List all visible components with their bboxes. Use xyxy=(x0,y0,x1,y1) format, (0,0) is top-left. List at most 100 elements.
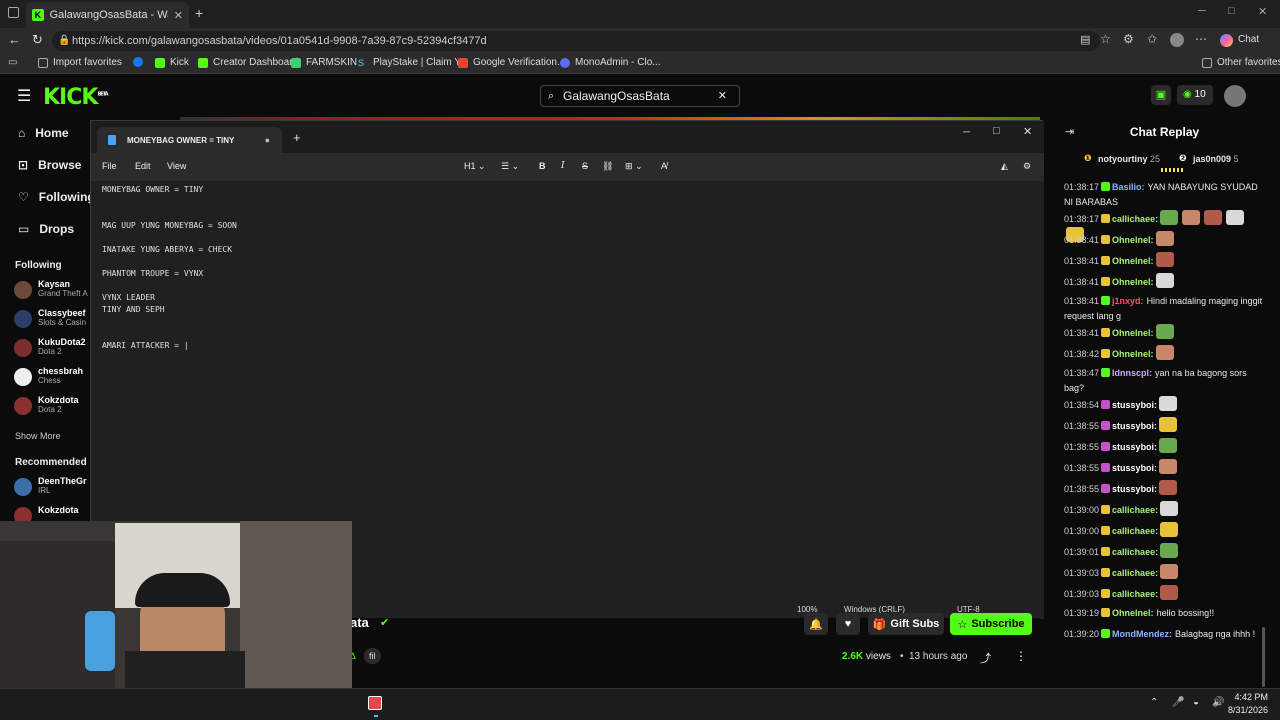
chat-username[interactable]: callichaee: xyxy=(1112,214,1158,224)
inventory-icon[interactable]: ▣ xyxy=(1151,85,1171,105)
address-bar[interactable]: 🔒 https://kick.com/galawangosasbata/vide… xyxy=(52,31,1100,51)
clear-formatting-icon[interactable]: A̸ xyxy=(661,161,667,171)
bookmark-farmskin[interactable]: FARMSKIN xyxy=(291,57,357,68)
chat-username[interactable]: callichaee: xyxy=(1112,547,1158,557)
more-options-icon[interactable]: ⋮ xyxy=(1015,649,1027,663)
share-icon[interactable]: ⤴ xyxy=(980,650,991,666)
copilot-notepad-icon[interactable]: ◭ xyxy=(1001,161,1008,172)
chat-username[interactable]: j1nxyd: xyxy=(1112,296,1144,306)
collections-icon[interactable]: ▭ xyxy=(8,57,17,68)
chat-scrollbar[interactable] xyxy=(1262,627,1265,687)
bookmark-facebook[interactable] xyxy=(133,57,143,67)
new-tab-icon[interactable]: + xyxy=(195,5,203,21)
menu-view[interactable]: View xyxy=(167,161,186,171)
chat-username[interactable]: Ohnelnel: xyxy=(1112,277,1154,287)
close-tab-icon[interactable]: ✕ xyxy=(174,9,183,22)
heading-dropdown[interactable]: H1 ⌄ xyxy=(464,161,486,172)
copilot-icon[interactable] xyxy=(1220,34,1233,47)
nav-following[interactable]: ♡ Following xyxy=(18,190,95,204)
chat-username[interactable]: Ohnelnel: xyxy=(1112,256,1154,266)
menu-edit[interactable]: Edit xyxy=(135,161,151,171)
table-dropdown[interactable]: ⊞ ⌄ xyxy=(625,161,643,172)
browser-tab-active[interactable]: K GalawangOsasBata - Watch the VC ✕ xyxy=(26,2,189,28)
profile-avatar[interactable] xyxy=(1170,33,1184,47)
chat-username[interactable]: stussyboi: xyxy=(1112,463,1157,473)
bookmark-playstake[interactable]: S PlayStake | Claim Y... xyxy=(358,57,468,68)
bookmark-monoadmin[interactable]: MonoAdmin - Clo... xyxy=(560,57,661,68)
notifications-button[interactable]: 🔔 xyxy=(804,613,828,635)
italic-icon[interactable]: I xyxy=(561,161,565,171)
chat-username[interactable]: Ohnelnel: xyxy=(1112,349,1154,359)
microphone-icon[interactable]: 🎤 xyxy=(1172,697,1184,708)
hamburger-menu-icon[interactable]: ☰ xyxy=(17,86,31,106)
chat-username[interactable]: callichaee: xyxy=(1112,568,1158,578)
network-icon[interactable]: ◒ xyxy=(1193,697,1199,708)
follow-button[interactable]: ♥ xyxy=(836,613,860,635)
chat-username[interactable]: stussyboi: xyxy=(1112,484,1157,494)
show-hidden-icons-icon[interactable]: ⌃ xyxy=(1150,697,1158,708)
show-more-link[interactable]: Show More xyxy=(15,431,61,441)
unsaved-dot-icon[interactable]: ● xyxy=(265,135,270,145)
top-gifter-1[interactable]: notyourtiny 25 xyxy=(1098,154,1160,164)
language-tag[interactable]: fil xyxy=(364,648,381,664)
top-gifter-2[interactable]: jas0n009 5 xyxy=(1193,154,1239,164)
nav-drops[interactable]: ▭ Drops xyxy=(18,222,74,236)
kick-logo[interactable]: KICKBETA xyxy=(43,85,109,110)
bookmark-creator-dashboard[interactable]: Creator Dashboard xyxy=(198,57,298,68)
chat-button[interactable]: Chat xyxy=(1238,34,1259,45)
more-menu-icon[interactable]: ⋯ xyxy=(1195,32,1207,46)
settings-gear-icon[interactable]: ⚙ xyxy=(1023,161,1031,172)
chat-username[interactable]: callichaee: xyxy=(1112,589,1158,599)
channel-deenthegreat[interactable]: DeenTheGr IRL xyxy=(14,476,87,496)
chat-username[interactable]: Ohnelnel: xyxy=(1112,235,1154,245)
nav-home[interactable]: ⌂ Home xyxy=(18,126,69,140)
refresh-icon[interactable]: ↻ xyxy=(32,32,43,48)
chat-username[interactable]: stussyboi: xyxy=(1112,442,1157,452)
list-dropdown[interactable]: ☰ ⌄ xyxy=(501,161,519,172)
chat-username[interactable]: Basilio: xyxy=(1112,182,1145,192)
channel-chessbrah[interactable]: chessbrah Chess xyxy=(14,366,83,386)
maximize-window-icon[interactable]: □ xyxy=(1228,5,1235,17)
taskbar-app-icon[interactable] xyxy=(368,696,382,710)
channel-kaysan[interactable]: Kaysan Grand Theft A xyxy=(14,279,88,299)
extensions-icon[interactable]: ⚙ xyxy=(1123,32,1134,46)
gift-subs-button[interactable]: 🎁 Gift Subs xyxy=(868,613,944,635)
channel-classybeef[interactable]: Classybeef Slots & Casin xyxy=(14,308,86,328)
menu-file[interactable]: File xyxy=(102,161,117,171)
notepad-tab[interactable]: MONEYBAG OWNER = TINY ● xyxy=(97,127,282,153)
chat-username[interactable]: MondMendez: xyxy=(1112,629,1172,639)
workspaces-icon[interactable] xyxy=(8,7,19,18)
bold-icon[interactable]: B xyxy=(539,161,546,171)
clear-search-icon[interactable]: ✕ xyxy=(718,86,727,106)
other-favorites[interactable]: Other favorites xyxy=(1202,57,1280,68)
favorite-star-icon[interactable]: ☆ xyxy=(1100,32,1111,46)
bookmark-kick[interactable]: Kick xyxy=(155,57,189,68)
notepad-minimize-icon[interactable]: ─ xyxy=(963,127,970,138)
chat-username[interactable]: Ohnelnel: xyxy=(1112,328,1154,338)
close-window-icon[interactable]: ✕ xyxy=(1258,5,1267,18)
minimize-window-icon[interactable]: ─ xyxy=(1198,5,1206,17)
clock-date[interactable]: 8/31/2026 xyxy=(1226,705,1268,715)
chat-username[interactable]: Idnnscpl: xyxy=(1112,368,1152,378)
back-icon[interactable]: ← xyxy=(8,32,21,47)
notepad-maximize-icon[interactable]: □ xyxy=(993,125,1000,137)
chat-username[interactable]: stussyboi: xyxy=(1112,421,1157,431)
chat-username[interactable]: callichaee: xyxy=(1112,505,1158,515)
points-button[interactable]: ◉ 10 xyxy=(1177,85,1213,105)
search-input[interactable]: ⌕ GalawangOsasBata ✕ xyxy=(540,85,740,107)
channel-kukudota2[interactable]: KukuDota2 Dota 2 xyxy=(14,337,86,357)
bookmark-import-favorites[interactable]: Import favorites xyxy=(38,57,122,68)
user-avatar[interactable] xyxy=(1224,85,1246,107)
chat-username[interactable]: callichaee: xyxy=(1112,526,1158,536)
bookmark-google-verification[interactable]: Google Verification... xyxy=(458,57,565,68)
strikethrough-icon[interactable]: S xyxy=(582,161,588,171)
new-notepad-tab-icon[interactable]: + xyxy=(293,130,301,145)
chat-username[interactable]: Ohnelnel: xyxy=(1112,608,1154,618)
subscribe-button[interactable]: ☆ Subscribe xyxy=(950,613,1032,635)
clock-time[interactable]: 4:42 PM xyxy=(1228,692,1268,702)
reader-view-icon[interactable]: ▤ xyxy=(1080,33,1090,46)
nav-browse[interactable]: ⊡ Browse xyxy=(18,158,81,172)
channel-kokzdota[interactable]: Kokzdota Dota 2 xyxy=(14,395,79,415)
volume-icon[interactable]: 🔊 xyxy=(1212,697,1224,708)
link-icon[interactable]: ⛓ xyxy=(602,161,613,172)
